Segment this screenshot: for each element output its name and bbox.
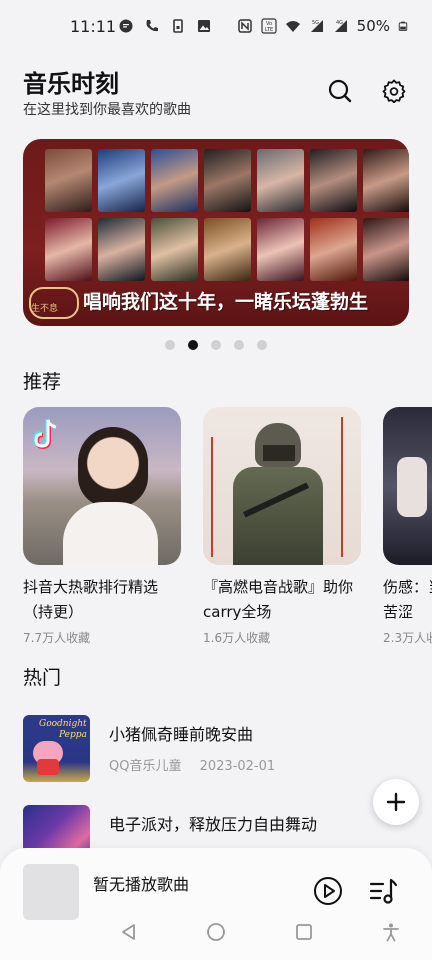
nfc-icon xyxy=(237,19,252,33)
back-icon xyxy=(122,924,135,940)
artist-photo xyxy=(257,218,304,281)
sim-icon xyxy=(173,19,183,33)
status-time: 11:11 xyxy=(70,17,117,36)
artist-photo xyxy=(204,149,251,212)
settings-icon xyxy=(382,79,406,103)
playlist-cover xyxy=(383,407,432,565)
phone-icon xyxy=(146,20,158,32)
playlist-button[interactable] xyxy=(367,875,399,907)
playlist-favorites: 2.3万人收藏 xyxy=(383,631,432,645)
banner-logo-text: 生不息 xyxy=(31,304,59,314)
volte-icon: VoLTE xyxy=(261,18,277,34)
artist-photo xyxy=(257,149,304,212)
now-playing-title: 暂无播放歌曲 xyxy=(93,875,190,894)
hot-section-title: 热门 xyxy=(23,667,62,689)
recommend-section-title: 推荐 xyxy=(23,371,62,393)
home-icon xyxy=(207,923,225,941)
signal-4g-icon: 4G xyxy=(334,20,347,32)
add-icon xyxy=(386,792,406,812)
playlist-cover xyxy=(203,407,361,565)
playlist-icon xyxy=(369,878,398,904)
playlist-card[interactable]: 『高燃电音战歌』助你 carry全场 1.6万人收藏 xyxy=(203,407,361,646)
signal-5g-icon: 5G xyxy=(310,20,323,32)
add-button[interactable] xyxy=(373,779,419,825)
hot-item-source: QQ音乐儿童 xyxy=(109,759,182,774)
carousel-dot[interactable] xyxy=(257,340,267,350)
artist-photo xyxy=(310,218,357,281)
message-icon xyxy=(119,19,133,33)
banner-slogan: 唱响我们这十年，一睹乐坛蓬勃生 xyxy=(83,291,369,313)
play-button[interactable] xyxy=(312,875,344,907)
artist-photo xyxy=(363,149,409,212)
carousel-dot-active[interactable] xyxy=(188,340,198,350)
nav-back-button[interactable] xyxy=(114,917,144,947)
search-button[interactable] xyxy=(322,73,358,109)
hot-item-meta: QQ音乐儿童 2023-02-01 xyxy=(109,755,275,774)
playlist-card[interactable]: 抖音大热歌排行精选 （持更） 7.7万人收藏 xyxy=(23,407,181,646)
notification-icons xyxy=(118,18,212,34)
hot-cover: Goodnight Peppa xyxy=(23,715,90,782)
carousel-dot[interactable] xyxy=(211,340,221,350)
nav-accessibility-button[interactable] xyxy=(376,917,406,947)
search-icon xyxy=(328,79,352,103)
system-icons: Vo LTE 5G 4G 50% xyxy=(237,17,408,35)
artist-photo xyxy=(204,218,251,281)
artist-photo xyxy=(363,218,409,281)
status-bar: 11:11 Vo LTE 5G 4G 50% xyxy=(0,0,432,56)
image-icon xyxy=(198,20,210,32)
artist-photo xyxy=(45,218,92,281)
playlist-cover xyxy=(23,407,181,565)
battery-icon xyxy=(398,21,408,31)
svg-text:LTE: LTE xyxy=(265,27,273,33)
playlist-title: 抖音大热歌排行精选 （持更） xyxy=(23,578,159,621)
nav-home-button[interactable] xyxy=(201,917,231,947)
nav-recents-button[interactable] xyxy=(289,917,319,947)
artist-photo xyxy=(45,149,92,212)
playlist-card[interactable]: 伤感：当 苦涩 2.3万人收藏 xyxy=(383,407,432,646)
play-icon xyxy=(314,877,342,905)
artist-photo xyxy=(310,149,357,212)
svg-text:4G: 4G xyxy=(336,20,343,26)
hot-item-title: 小猪佩奇睡前晚安曲 xyxy=(109,725,254,744)
banner-carousel[interactable]: 生不息 唱响我们这十年，一睹乐坛蓬勃生 xyxy=(23,139,409,326)
cover-text: Peppa xyxy=(59,730,87,740)
playlist-title: 伤感：当 苦涩 xyxy=(383,578,432,621)
playlist-favorites: 1.6万人收藏 xyxy=(203,631,271,645)
carousel-dot[interactable] xyxy=(234,340,244,350)
douyin-logo-icon xyxy=(32,419,57,450)
hot-list-item[interactable]: Goodnight Peppa 小猪佩奇睡前晚安曲 QQ音乐儿童 2023-02… xyxy=(23,715,413,785)
banner-artist-grid xyxy=(45,149,409,281)
hot-item-date: 2023-02-01 xyxy=(199,759,276,774)
playlist-title: 『高燃电音战歌』助你 carry全场 xyxy=(203,578,354,621)
accessibility-icon xyxy=(383,923,399,942)
artist-photo xyxy=(98,218,145,281)
carousel-indicator xyxy=(165,340,267,350)
carousel-dot[interactable] xyxy=(165,340,175,350)
artist-photo xyxy=(98,149,145,212)
settings-button[interactable] xyxy=(376,73,412,109)
playlist-favorites: 7.7万人收藏 xyxy=(23,631,91,645)
cover-text: Goodnight xyxy=(39,719,87,729)
page-subtitle: 在这里找到你最喜欢的歌曲 xyxy=(23,102,191,118)
recents-icon xyxy=(296,924,312,940)
wifi-icon xyxy=(285,21,300,32)
hot-item-title: 电子派对，释放压力自由舞动 xyxy=(109,815,318,834)
battery-text: 50% xyxy=(356,17,390,35)
now-playing-cover xyxy=(23,864,79,920)
page-title: 音乐时刻 xyxy=(23,70,119,98)
artist-photo xyxy=(151,218,198,281)
artist-photo xyxy=(151,149,198,212)
svg-text:5G: 5G xyxy=(312,20,319,26)
